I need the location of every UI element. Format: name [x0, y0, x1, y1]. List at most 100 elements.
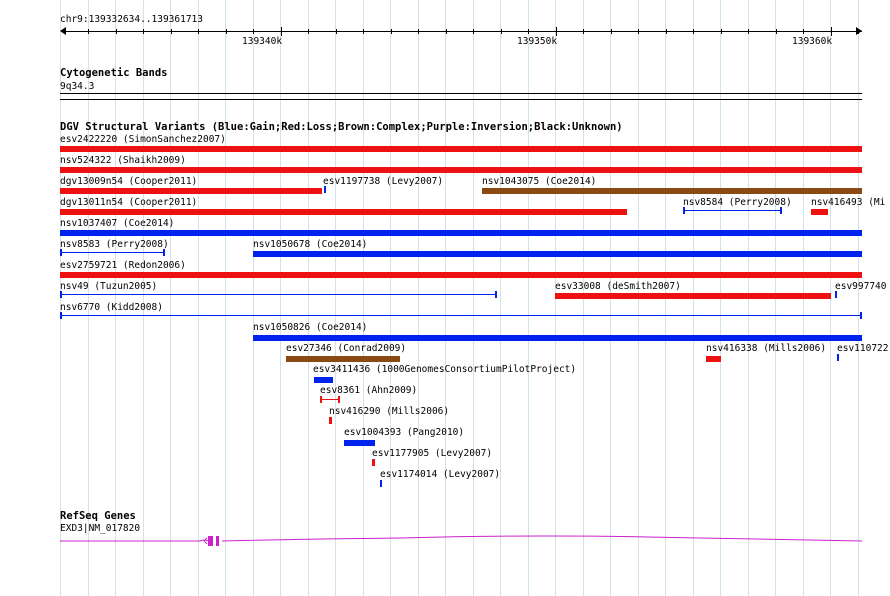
feature-label-nsv416290[interactable]: nsv416290 (Mills2006) — [329, 406, 449, 417]
ruler-minor-tick — [858, 29, 859, 34]
feature-nsv524322[interactable] — [60, 167, 862, 173]
ruler-minor-tick — [446, 29, 447, 34]
ruler-major-tick — [281, 27, 282, 36]
ruler-major-tick — [556, 27, 557, 36]
tick-label-139360k: 139360k — [792, 36, 833, 47]
grid-line — [280, 0, 281, 596]
grid-line — [308, 0, 309, 596]
feature-label-nsv524322[interactable]: nsv524322 (Shaikh2009) — [60, 155, 186, 166]
ruler-minor-tick — [611, 29, 612, 34]
grid-line — [115, 0, 116, 596]
grid-line — [335, 0, 336, 596]
feature-endcap — [860, 312, 862, 319]
feature-esv1197738[interactable] — [324, 186, 326, 193]
feature-dgv13009n54[interactable] — [60, 188, 322, 194]
feature-esv1174014[interactable] — [380, 480, 382, 487]
feature-nsv1050826[interactable] — [253, 335, 862, 341]
feature-endcap — [60, 312, 62, 319]
feature-nsv1043075[interactable] — [482, 188, 862, 194]
grid-line — [170, 0, 171, 596]
feature-esv8361[interactable] — [320, 396, 340, 403]
feature-label-esv1174014[interactable]: esv1174014 (Levy2007) — [380, 469, 500, 480]
feature-esv2759721[interactable] — [60, 272, 862, 278]
ruler-minor-tick — [253, 29, 254, 34]
gene-model[interactable] — [0, 528, 890, 552]
feature-nsv1050678[interactable] — [253, 251, 862, 257]
feature-label-nsv416338[interactable]: nsv416338 (Mills2006) — [706, 343, 826, 354]
ruler-minor-tick — [583, 29, 584, 34]
cytoband-line-bottom — [60, 99, 862, 100]
grid-line — [390, 0, 391, 596]
scroll-right-arrow[interactable] — [856, 27, 862, 35]
feature-label-esv33008[interactable]: esv33008 (deSmith2007) — [555, 281, 681, 292]
ruler-minor-tick — [308, 29, 309, 34]
feature-endcap — [495, 291, 497, 298]
feature-label-nsv1050678[interactable]: nsv1050678 (Coe2014) — [253, 239, 367, 250]
feature-esv3411436[interactable] — [314, 377, 333, 383]
feature-esv1177905[interactable] — [372, 459, 375, 466]
feature-line — [60, 315, 862, 316]
feature-label-esv3411436[interactable]: esv3411436 (1000GenomesConsortiumPilotPr… — [313, 364, 576, 375]
feature-endcap — [60, 249, 62, 256]
ruler-minor-tick — [363, 29, 364, 34]
dgv-track-title: DGV Structural Variants (Blue:Gain;Red:L… — [60, 121, 623, 133]
feature-nsv416493[interactable] — [811, 209, 828, 215]
ruler-minor-tick — [776, 29, 777, 34]
feature-label-esv2422220[interactable]: esv2422220 (SimonSanchez2007) — [60, 134, 226, 145]
ruler-minor-tick — [638, 29, 639, 34]
grid-line — [225, 0, 226, 596]
grid-line — [253, 0, 254, 596]
feature-line — [60, 252, 165, 253]
grid-line — [198, 0, 199, 596]
feature-label-esv110722[interactable]: esv110722 — [837, 343, 888, 354]
ruler-minor-tick — [418, 29, 419, 34]
feature-esv1004393[interactable] — [344, 440, 375, 446]
feature-label-nsv1037407[interactable]: nsv1037407 (Coe2014) — [60, 218, 174, 229]
ruler-minor-tick — [171, 29, 172, 34]
feature-line — [683, 210, 782, 211]
ruler-minor-tick — [721, 29, 722, 34]
feature-label-esv2759721[interactable]: esv2759721 (Redon2006) — [60, 260, 186, 271]
feature-esv997740[interactable] — [835, 291, 837, 298]
feature-label-esv27346[interactable]: esv27346 (Conrad2009) — [286, 343, 406, 354]
feature-label-nsv416493[interactable]: nsv416493 (Mi — [811, 197, 885, 208]
feature-nsv416290[interactable] — [329, 417, 332, 424]
grid-line — [528, 0, 529, 596]
refseq-track-title: RefSeq Genes — [60, 510, 136, 522]
feature-label-nsv1043075[interactable]: nsv1043075 (Coe2014) — [482, 176, 596, 187]
cytoband-label: 9q34.3 — [60, 81, 95, 92]
grid-line — [445, 0, 446, 596]
ruler-minor-tick — [666, 29, 667, 34]
grid-line — [143, 0, 144, 596]
feature-nsv49[interactable] — [60, 291, 497, 298]
feature-label-esv1004393[interactable]: esv1004393 (Pang2010) — [344, 427, 464, 438]
feature-esv33008[interactable] — [555, 293, 831, 299]
feature-nsv8584[interactable] — [683, 207, 782, 214]
cytoband-track-title: Cytogenetic Bands — [60, 67, 168, 79]
ruler-minor-tick — [88, 29, 89, 34]
feature-line — [320, 399, 340, 400]
feature-nsv1037407[interactable] — [60, 230, 862, 236]
feature-esv110722[interactable] — [837, 354, 839, 361]
feature-label-dgv13009n54[interactable]: dgv13009n54 (Cooper2011) — [60, 176, 197, 187]
feature-label-esv8361[interactable]: esv8361 (Ahn2009) — [320, 385, 417, 396]
feature-endcap — [338, 396, 340, 403]
feature-esv2422220[interactable] — [60, 146, 862, 152]
location-label: chr9:139332634..139361713 — [60, 14, 203, 25]
feature-nsv416338[interactable] — [706, 356, 721, 362]
grid-line — [473, 0, 474, 596]
ruler-minor-tick — [143, 29, 144, 34]
cytoband-line-top — [60, 93, 862, 94]
feature-label-esv1197738[interactable]: esv1197738 (Levy2007) — [323, 176, 443, 187]
feature-label-esv1177905[interactable]: esv1177905 (Levy2007) — [372, 448, 492, 459]
feature-dgv13011n54[interactable] — [60, 209, 627, 215]
feature-esv27346[interactable] — [286, 356, 400, 362]
feature-nsv8583[interactable] — [60, 249, 165, 256]
feature-label-esv997740[interactable]: esv997740 — [835, 281, 886, 292]
feature-label-nsv1050826[interactable]: nsv1050826 (Coe2014) — [253, 322, 367, 333]
feature-line — [60, 294, 497, 295]
feature-endcap — [780, 207, 782, 214]
feature-label-dgv13011n54[interactable]: dgv13011n54 (Cooper2011) — [60, 197, 197, 208]
feature-nsv6770[interactable] — [60, 312, 862, 319]
ruler-minor-tick — [116, 29, 117, 34]
